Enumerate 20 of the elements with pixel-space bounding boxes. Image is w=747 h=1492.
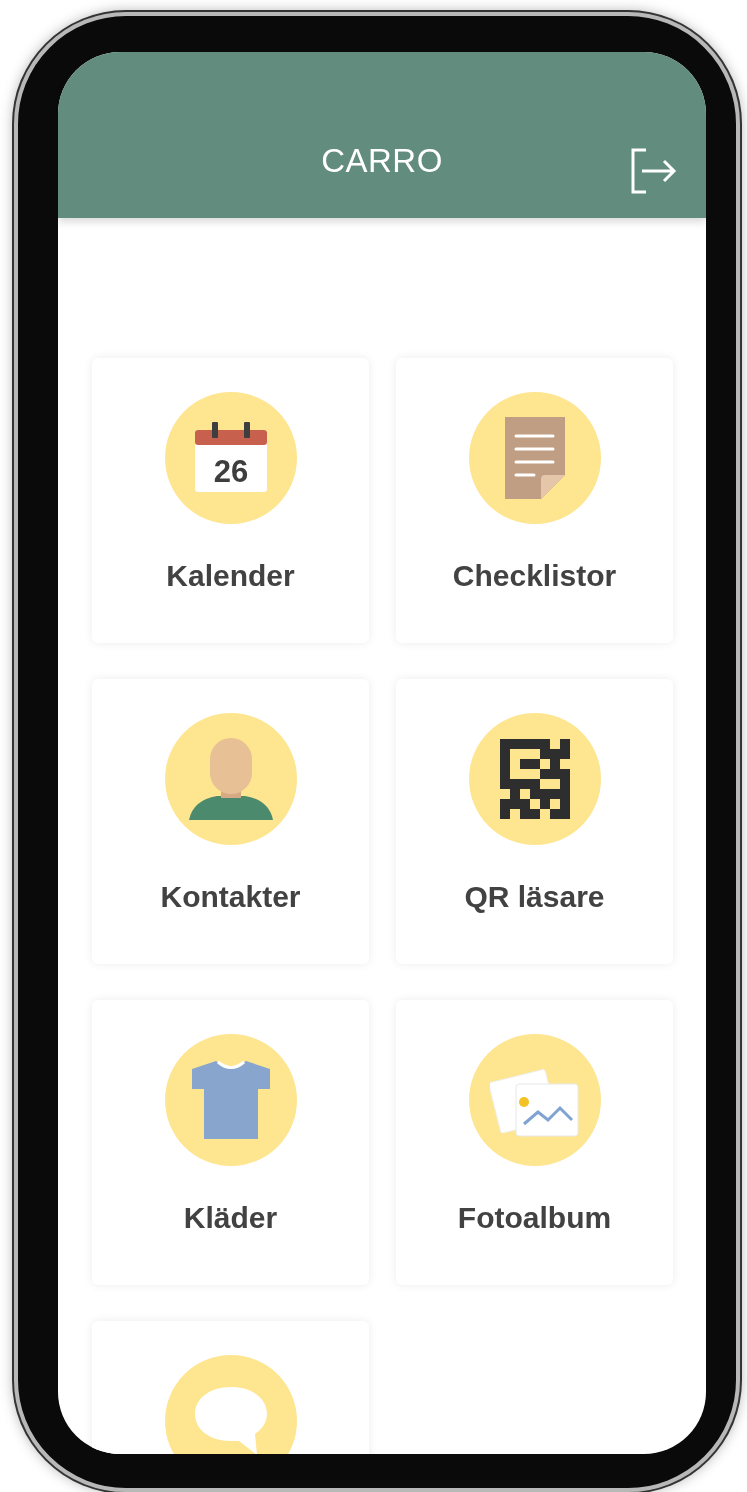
calendar-date: 26 (213, 454, 248, 489)
menu-tile[interactable]: Kontakter (92, 679, 369, 964)
tile-label: Kalender (166, 558, 295, 594)
menu-tile[interactable]: Fotoalbum (396, 1000, 673, 1285)
menu-tile[interactable]: QR läsare (396, 679, 673, 964)
tile-label: QR läsare (464, 879, 605, 915)
tile-label: Kontakter (160, 879, 301, 915)
qr-code-icon (499, 739, 570, 819)
logout-button[interactable] (630, 148, 678, 194)
tile-label: Fotoalbum (457, 1200, 612, 1236)
menu-tile[interactable]: Checklistor (396, 358, 673, 643)
shirt-icon (189, 1059, 272, 1141)
app-title: CARRO (320, 144, 444, 177)
tile-label: Kläder (183, 1200, 278, 1236)
menu-tile[interactable]: 26 Kalender (92, 358, 369, 643)
logout-icon (630, 148, 678, 194)
calendar-icon (194, 422, 267, 492)
tile-label: Checklistor (452, 558, 617, 594)
person-icon (188, 738, 273, 820)
menu-tile[interactable]: Kläder (92, 1000, 369, 1285)
